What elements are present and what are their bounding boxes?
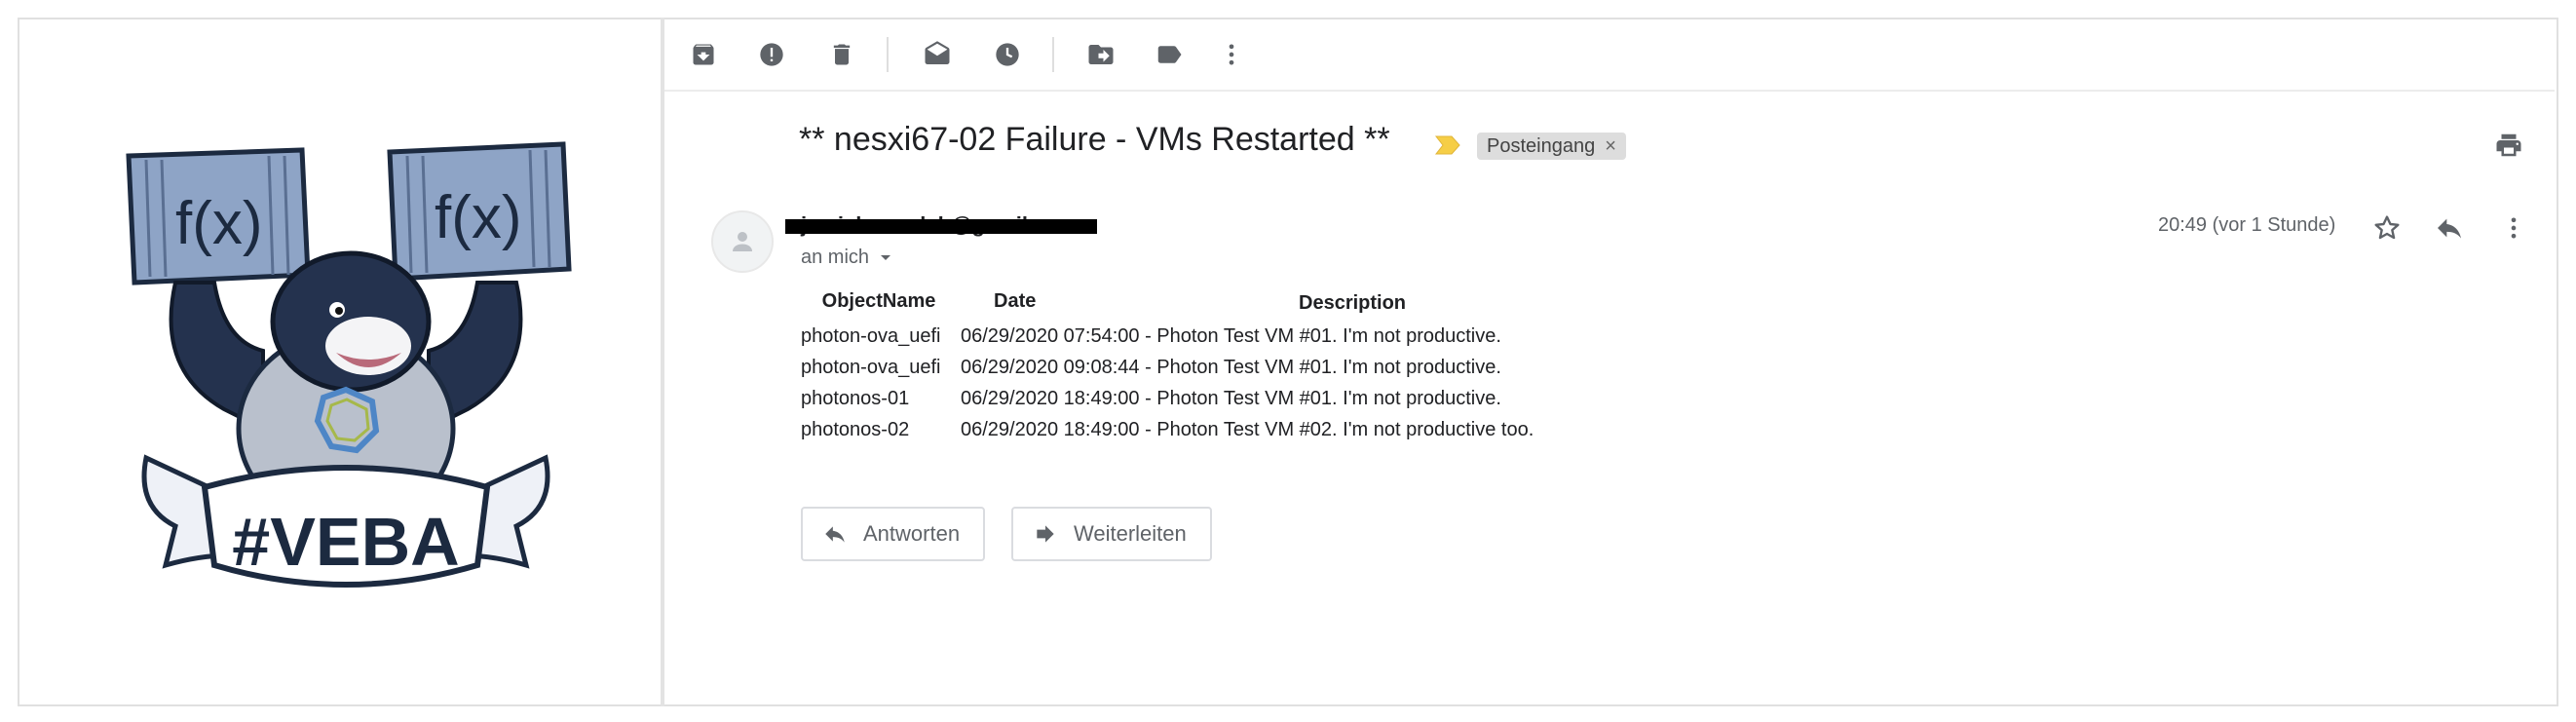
redaction-bar	[785, 219, 1097, 234]
right-box-label: f(x)	[435, 184, 522, 251]
table-cell: photonos-02	[801, 418, 910, 440]
snooze-icon	[996, 43, 1019, 66]
importance-marker-icon[interactable]	[1434, 133, 1461, 157]
star-button[interactable]	[2369, 210, 2405, 246]
veba-logo-text: #VEBA	[232, 504, 459, 580]
table-cell: 06/29/2020 18:49:00 - Photon Test VM #02…	[961, 418, 1534, 440]
table-row: photon-ova_uefi 06/29/2020 09:08:44 - Ph…	[799, 352, 1535, 383]
sender-avatar[interactable]	[711, 210, 774, 273]
delete-button[interactable]	[824, 37, 859, 72]
table-row: photon-ova_uefi 06/29/2020 07:54:00 - Ph…	[799, 321, 1535, 352]
print-icon	[2496, 133, 2521, 157]
panel-divider	[661, 18, 664, 706]
veba-banner: #VEBA	[141, 454, 550, 588]
move-to-icon	[1088, 45, 1114, 64]
table-cell: 06/29/2020 07:54:00 - Photon Test VM #01…	[961, 324, 1501, 347]
chevron-down-icon	[881, 254, 891, 260]
recipient-text: an mich	[801, 247, 870, 268]
label-chip: Posteingang ×	[1477, 133, 1626, 160]
table-row: photonos-01 06/29/2020 18:49:00 - Photon…	[799, 383, 1535, 414]
reply-action-label: Antworten	[863, 521, 961, 546]
table-cell: photon-ova_uefi	[801, 324, 941, 347]
table-cell: 06/29/2020 09:08:44 - Photon Test VM #01…	[961, 356, 1501, 378]
more-vert-icon	[2511, 217, 2517, 239]
reply-action-button[interactable]: Antworten	[801, 507, 986, 561]
snooze-button[interactable]	[990, 37, 1025, 72]
more-vert-icon	[1229, 44, 1234, 65]
report-spam-icon	[760, 43, 783, 66]
label-chip-text: Posteingang	[1487, 134, 1596, 157]
email-body-table: ObjectName Date photon-ova_uefi 06/29/20…	[799, 290, 1535, 445]
message-more-button[interactable]	[2496, 210, 2531, 246]
person-icon	[733, 232, 752, 251]
left-function-box: f(x)	[126, 147, 311, 285]
archive-button[interactable]	[686, 37, 721, 72]
mark-unread-button[interactable]	[920, 37, 955, 72]
toolbar-separator	[1052, 37, 1054, 72]
print-all-button[interactable]	[2494, 131, 2523, 165]
reply-button[interactable]	[2432, 210, 2467, 246]
message-toolbar	[664, 19, 2555, 92]
table-cell: 06/29/2020 18:49:00 - Photon Test VM #01…	[961, 387, 1501, 409]
forward-icon	[1037, 525, 1054, 543]
move-to-button[interactable]	[1083, 37, 1118, 72]
email-subject: ** nesxi67-02 Failure - VMs Restarted **	[799, 121, 1390, 158]
veba-logo: f(x) f(x) #VEBA	[117, 136, 575, 594]
label-remove-button[interactable]: ×	[1605, 135, 1616, 158]
table-header-row: ObjectName Date	[799, 290, 1535, 321]
column-header-objectname: ObjectName	[821, 290, 936, 312]
left-box-label: f(x)	[175, 190, 263, 257]
reply-icon	[2438, 218, 2461, 239]
table-row: photonos-02 06/29/2020 18:49:00 - Photon…	[799, 414, 1535, 445]
label-icon	[1157, 46, 1182, 63]
right-function-box: f(x)	[387, 141, 572, 282]
mark-unread-icon	[925, 41, 950, 64]
forward-action-label: Weiterleiten	[1074, 521, 1187, 546]
delete-icon	[833, 44, 851, 65]
recipient-details-toggle[interactable]: an mich	[801, 247, 892, 269]
toolbar-separator	[887, 37, 889, 72]
table-cell: photon-ova_uefi	[801, 356, 941, 378]
column-header-date: Date	[994, 290, 1037, 312]
more-options-button[interactable]	[1214, 37, 1249, 72]
archive-icon	[693, 44, 714, 65]
reply-icon	[825, 526, 845, 543]
table-cell: photonos-01	[801, 387, 910, 409]
label-button[interactable]	[1152, 37, 1187, 72]
forward-action-button[interactable]: Weiterleiten	[1011, 507, 1212, 561]
report-spam-button[interactable]	[754, 37, 789, 72]
column-header-description: Description	[1299, 292, 1407, 314]
received-time: 20:49 (vor 1 Stunde)	[2158, 214, 2336, 236]
star-outline-icon	[2374, 215, 2400, 240]
